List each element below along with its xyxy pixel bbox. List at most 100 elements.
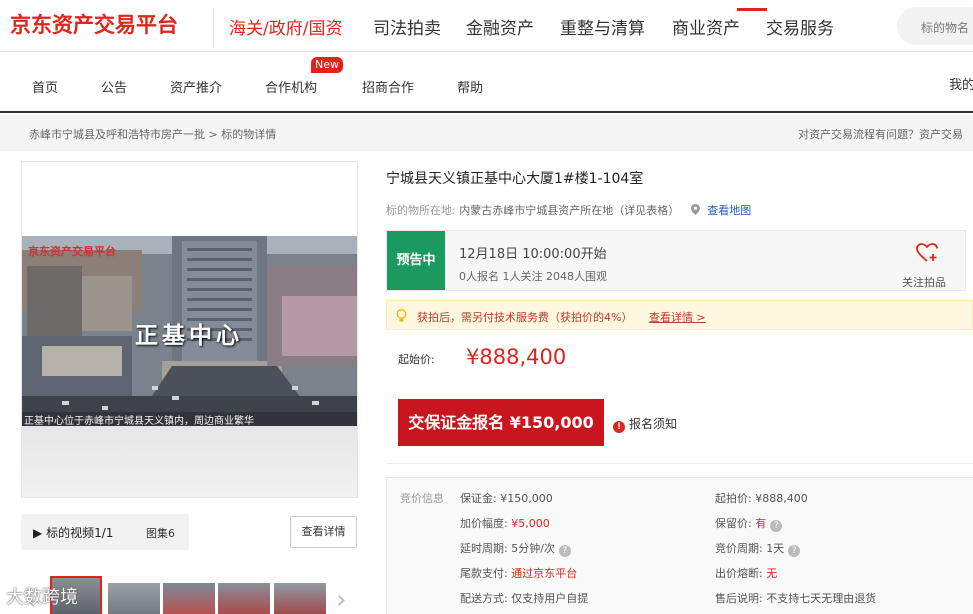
logo-divider [213,8,214,48]
extension-row: 延时周期: 5分钟/次? [460,540,571,557]
bid-cycle-label: 竞价周期: [715,542,763,555]
media-viewer[interactable]: 京东资产交易平台 正基中心 正基中心位于赤峰市宁城县天义镇内，周边商业繁华 [21,161,358,498]
start-bid-value: ¥888,400 [755,492,808,505]
auction-stats: 0人报名 1人关注 2048人围观 [459,270,607,283]
thumbnail-2[interactable] [108,583,160,614]
sub-nav: 首页 公告 资产推介 合作机构 招商合作 帮助 我的 [0,52,973,113]
reserve-price-value: 有 [755,517,767,530]
heart-plus-icon[interactable] [916,243,938,263]
thumbnail-3[interactable] [163,583,215,614]
fee-notice-text: 获拍后，需另付技术服务费（获拍价的4%） [417,311,633,324]
thumbnail-4[interactable] [218,583,270,614]
circuit-breaker-row: 出价熔断: 无 [715,565,777,581]
nav-flag-marker [737,8,767,11]
follow-item-button[interactable]: 关注拍品 [902,274,946,290]
property-photo: 京东资产交易平台 正基中心 正基中心位于赤峰市宁城县天义镇内，周边商业繁华 [22,236,357,426]
delivery-label: 配送方式: [460,592,508,605]
subnav-home[interactable]: 首页 [32,77,58,96]
auction-status-panel: 预告中 12月18日 10:00:00开始 0人报名 1人关注 2048人围观 … [386,230,966,291]
photo-sign: 正基中心 [135,322,243,349]
photo-caption: 正基中心位于赤峰市宁城县天义镇内，周边商业繁华 [24,416,254,426]
increment-label: 加价幅度: [460,517,508,530]
deposit-label: 保证金: [460,492,497,505]
page: 京东资产交易平台 海关/政府/国资 司法拍卖 金融资产 重整与清算 商业资产 交… [0,0,973,614]
media-fade [22,426,357,497]
reserve-price-row: 保留价: 有? [715,515,783,532]
circuit-breaker-label: 出价熔断: [715,567,763,580]
delivery-value: 仅支持用户自提 [511,592,589,605]
subnav-my[interactable]: 我的 [949,74,973,93]
search-input[interactable]: 标的物名 [897,7,973,45]
thumbnail-5[interactable] [274,583,326,614]
breadcrumb[interactable]: 赤峰市宁城县及呼和浩特市房产一批 > 标的物详情 [29,126,276,142]
deposit-row: 保证金: ¥150,000 [460,490,553,506]
start-price-label: 起始价: [398,353,435,366]
registration-notes-label: 报名须知 [629,417,678,431]
nav-trade-services[interactable]: 交易服务 [766,14,834,39]
subnav-asset-promotion[interactable]: 资产推介 [170,77,222,96]
nav-restructuring[interactable]: 重整与清算 [560,14,645,39]
subnav-help[interactable]: 帮助 [457,77,483,96]
after-sales-row: 售后说明: 不支持七天无理由退货 [715,590,876,606]
new-badge: New [311,57,343,73]
bid-cycle-row: 竞价周期: 1天? [715,540,801,557]
subnav-investment[interactable]: 招商合作 [362,77,414,96]
subnav-partners[interactable]: 合作机构 [265,77,317,96]
pay-deposit-register-button[interactable]: 交保证金报名 ¥150,000 [398,399,604,446]
thumb-next-icon[interactable]: › [336,585,346,614]
start-price-value: ¥888,400 [466,345,567,369]
location-value: 内蒙古赤峰市宁城县资产所在地（详见表格） [459,204,680,217]
view-details-button[interactable]: 查看详情 [290,516,357,548]
circuit-breaker-value: 无 [766,567,778,580]
fee-details-link[interactable]: 查看详情 > [649,309,706,325]
help-icon[interactable]: ? [558,545,571,557]
increment-value: ¥5,000 [511,517,550,530]
after-sales-value: 不支持七天无理由退货 [766,592,877,605]
fee-notice: 获拍后，需另付技术服务费（获拍价的4%） 查看详情 > [386,300,973,330]
bid-cycle-value: 1天 [766,542,785,555]
start-time: 12月18日 10:00:00开始 [459,247,607,262]
tab-video[interactable]: ▶ 标的视频1/1 [33,524,113,541]
site-logo[interactable]: 京东资产交易平台 [10,9,178,39]
help-icon[interactable]: ? [770,520,783,532]
media-tabs: ▶ 标的视频1/1 图集6 [21,514,189,550]
watermark: 大数跨境 [6,587,78,608]
nav-commercial-assets[interactable]: 商业资产 [672,14,740,39]
lightbulb-icon [396,309,407,322]
top-header: 京东资产交易平台 海关/政府/国资 司法拍卖 金融资产 重整与清算 商业资产 交… [0,0,973,52]
nav-customs-gov[interactable]: 海关/政府/国资 [229,14,342,39]
final-payment-row: 尾款支付: 通过京东平台 [460,565,577,581]
delivery-row: 配送方式: 仅支持用户自提 [460,590,588,606]
breadcrumb-bar: 赤峰市宁城县及呼和浩特市房产一批 > 标的物详情 对资产交易流程有问题？资产交易 [0,115,973,151]
extension-value: 5分钟/次 [511,542,555,555]
increment-row: 加价幅度: ¥5,000 [460,515,550,531]
play-icon: ▶ [33,526,43,540]
start-bid-label: 起拍价: [715,492,752,505]
subnav-announcements[interactable]: 公告 [101,77,127,96]
alert-icon: ! [613,421,625,433]
start-bid-row: 起拍价: ¥888,400 [715,490,808,506]
reserve-price-label: 保留价: [715,517,752,530]
item-location: 标的物所在地: 内蒙古赤峰市宁城县资产所在地（详见表格） 查看地图 [386,202,751,218]
process-help-link[interactable]: 对资产交易流程有问题？资产交易 [798,126,963,142]
tab-video-label: 标的视频1/1 [46,526,114,540]
tab-gallery[interactable]: 图集6 [146,525,175,541]
view-map-link[interactable]: 查看地图 [707,204,751,217]
registration-notes-link[interactable]: ! 报名须知 [613,415,677,433]
final-payment-value: 通过京东平台 [511,567,578,580]
extension-label: 延时周期: [460,542,508,555]
item-title: 宁城县天义镇正基中心大厦1#楼1-104室 [386,171,644,187]
after-sales-label: 售后说明: [715,592,763,605]
location-label: 标的物所在地: [386,204,456,217]
photo-logo: 京东资产交易平台 [28,245,116,258]
final-payment-label: 尾款支付: [460,567,508,580]
nav-judicial-auction[interactable]: 司法拍卖 [373,14,441,39]
nav-financial-assets[interactable]: 金融资产 [466,14,534,39]
status-badge: 预告中 [387,231,445,290]
help-icon[interactable]: ? [788,545,801,557]
deposit-value: ¥150,000 [500,492,553,505]
divider [386,463,973,464]
map-pin-icon [690,204,700,215]
bid-info-title: 竞价信息 [400,492,444,505]
bid-info-panel: 竞价信息 保证金: ¥150,000 加价幅度: ¥5,000 延时周期: 5分… [386,477,973,614]
